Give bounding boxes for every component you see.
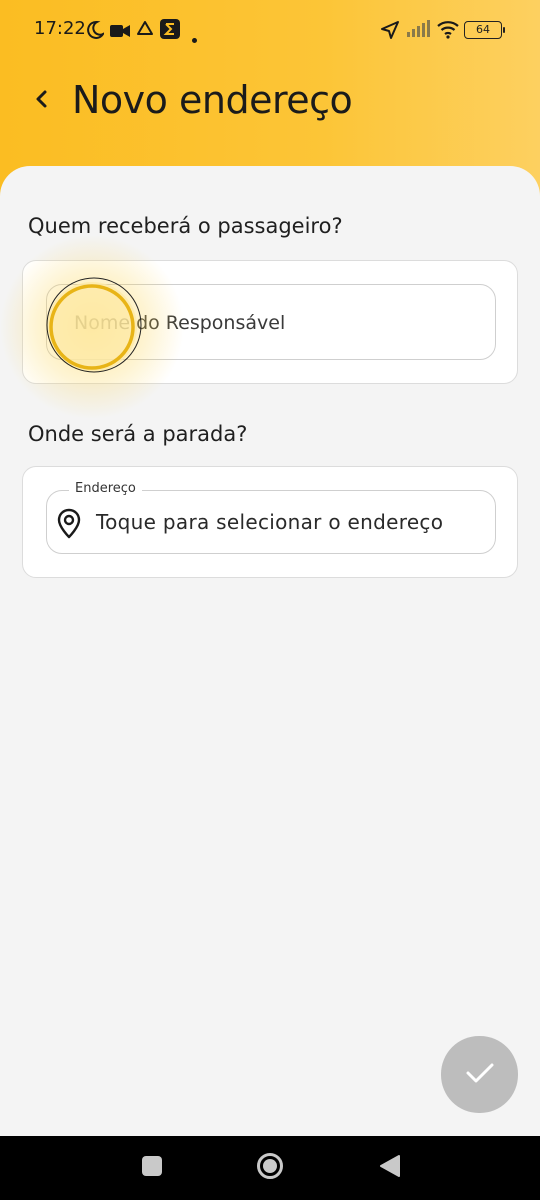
recipient-card: Nome do Responsável bbox=[22, 260, 518, 384]
stop-section-title: Onde será a parada? bbox=[28, 422, 248, 446]
responsible-name-placeholder: Nome do Responsável bbox=[74, 312, 286, 334]
check-icon bbox=[465, 1061, 495, 1089]
more-notifications-dot-icon bbox=[192, 28, 197, 47]
triangle-back-icon bbox=[379, 1154, 401, 1182]
drive-icon bbox=[136, 20, 154, 42]
location-pin-icon bbox=[56, 508, 82, 544]
chevron-left-icon bbox=[34, 89, 48, 113]
status-time: 17:22 bbox=[34, 18, 86, 39]
responsible-name-input[interactable]: Nome do Responsável bbox=[46, 284, 496, 360]
app-notification-icon bbox=[160, 19, 180, 43]
system-navigation-bar bbox=[0, 1136, 540, 1200]
location-arrow-icon bbox=[380, 20, 400, 44]
address-placeholder: Toque para selecionar o endereço bbox=[96, 510, 444, 534]
address-field-label: Endereço bbox=[69, 481, 142, 496]
do-not-disturb-icon bbox=[86, 20, 106, 44]
stop-card: Endereço Toque para selecionar o endereç… bbox=[22, 466, 518, 578]
back-nav-button[interactable] bbox=[376, 1154, 404, 1182]
page-title: Novo endereço bbox=[72, 78, 353, 122]
recipient-section-title: Quem receberá o passageiro? bbox=[28, 214, 343, 238]
recents-button[interactable] bbox=[138, 1154, 166, 1182]
square-icon bbox=[141, 1155, 163, 1181]
confirm-button[interactable] bbox=[441, 1036, 518, 1113]
home-button[interactable] bbox=[256, 1152, 284, 1184]
wifi-icon bbox=[436, 19, 460, 43]
back-button[interactable] bbox=[24, 84, 58, 118]
address-input[interactable]: Endereço Toque para selecionar o endereç… bbox=[46, 481, 496, 554]
battery-indicator: 64 bbox=[464, 21, 505, 39]
video-camera-icon bbox=[110, 23, 130, 42]
circle-icon bbox=[256, 1152, 284, 1184]
signal-icon bbox=[406, 20, 432, 42]
status-bar: 17:22 64 bbox=[0, 0, 540, 62]
